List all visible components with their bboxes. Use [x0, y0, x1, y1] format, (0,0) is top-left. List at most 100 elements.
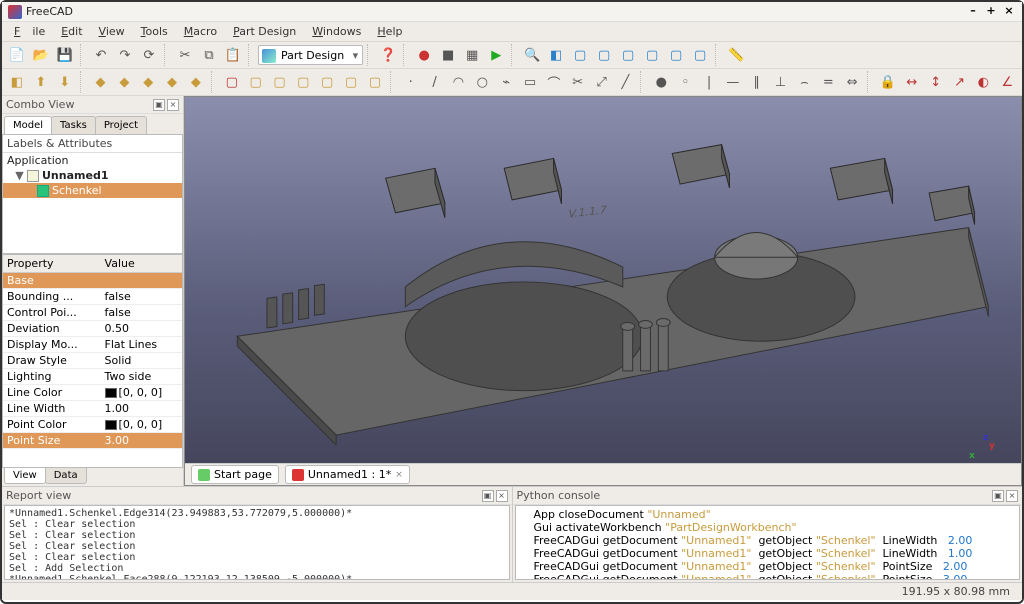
left-view-button[interactable]: ▢	[689, 44, 711, 66]
cut-button[interactable]: ✂	[174, 44, 196, 66]
menu-macro[interactable]: Macro	[178, 23, 223, 40]
menu-edit[interactable]: Edit	[55, 23, 88, 40]
sketch-button[interactable]: ▢	[221, 71, 243, 93]
chamfer-button[interactable]: ▢	[364, 71, 386, 93]
tab-model[interactable]: Model	[4, 116, 52, 134]
close-tab-icon[interactable]: ×	[395, 470, 403, 480]
front-view-button[interactable]: ▢	[569, 44, 591, 66]
prim-cyl-button[interactable]: ◆	[113, 71, 135, 93]
undo-button[interactable]: ↶	[90, 44, 112, 66]
sk-rect-button[interactable]: ▭	[519, 71, 541, 93]
panel-undock-button[interactable]: ▣	[153, 99, 165, 111]
prop-row-linewidth[interactable]: Line Width1.00	[3, 401, 182, 417]
macro-record-button[interactable]: ●	[413, 44, 435, 66]
doc-tab-startpage[interactable]: Start page	[191, 465, 279, 484]
panel-close-button[interactable]: ×	[167, 99, 179, 111]
con-vdist-button[interactable]: ↕	[925, 71, 947, 93]
con-point-on-button[interactable]: ◦	[674, 71, 696, 93]
maximize-button[interactable]: +	[984, 5, 998, 19]
prop-row-linecolor[interactable]: Line Color[0, 0, 0]	[3, 385, 182, 401]
prim-sphere-button[interactable]: ◆	[137, 71, 159, 93]
part-up-button[interactable]: ⬆	[30, 71, 52, 93]
model-tree[interactable]: Labels & Attributes Application ▼Unnamed…	[2, 134, 183, 254]
part-new-button[interactable]: ◧	[6, 71, 28, 93]
con-tangent-button[interactable]: ⌢	[794, 71, 816, 93]
panel-close-button[interactable]: ×	[496, 490, 508, 502]
close-button[interactable]: ×	[1002, 5, 1016, 19]
prop-row-controlpoints[interactable]: Control Poi...false	[3, 305, 182, 321]
prop-row-displaymode[interactable]: Display Mo...Flat Lines	[3, 337, 182, 353]
3d-viewport[interactable]: V.1.1.7 y x z Start page Unnamed1 : 1*×	[184, 96, 1022, 486]
whats-this-button[interactable]: ❓	[377, 44, 399, 66]
con-parallel-button[interactable]: ∥	[746, 71, 768, 93]
right-view-button[interactable]: ▢	[617, 44, 639, 66]
refresh-button[interactable]: ⟳	[138, 44, 160, 66]
con-radius-button[interactable]: ◐	[973, 71, 995, 93]
part-down-button[interactable]: ⬇	[54, 71, 76, 93]
sk-construct-button[interactable]: ╱	[615, 71, 637, 93]
menu-windows[interactable]: Windows	[306, 23, 367, 40]
prim-cone-button[interactable]: ◆	[161, 71, 183, 93]
tab-tasks[interactable]: Tasks	[51, 116, 96, 134]
con-sym-button[interactable]: ⇔	[841, 71, 863, 93]
prop-row-drawstyle[interactable]: Draw StyleSolid	[3, 353, 182, 369]
python-console-content[interactable]: App closeDocument "Unnamed" Gui activate…	[515, 505, 1021, 580]
con-coincident-button[interactable]: ●	[650, 71, 672, 93]
macro-list-button[interactable]: ▦	[461, 44, 483, 66]
tree-item-schenkel[interactable]: Schenkel	[3, 183, 182, 198]
tab-project[interactable]: Project	[95, 116, 147, 134]
con-vertical-button[interactable]: |	[698, 71, 720, 93]
prop-row-boundingbox[interactable]: Bounding ...false	[3, 289, 182, 305]
sk-polyline-button[interactable]: ⌁	[495, 71, 517, 93]
prop-row-deviation[interactable]: Deviation0.50	[3, 321, 182, 337]
con-perp-button[interactable]: ⊥	[770, 71, 792, 93]
bottom-view-button[interactable]: ▢	[665, 44, 687, 66]
copy-button[interactable]: ⧉	[198, 44, 220, 66]
panel-close-button[interactable]: ×	[1006, 490, 1018, 502]
sk-line-button[interactable]: /	[424, 71, 446, 93]
tree-item-application[interactable]: Application	[3, 153, 182, 168]
panel-undock-button[interactable]: ▣	[482, 490, 494, 502]
prim-torus-button[interactable]: ◆	[185, 71, 207, 93]
menu-tools[interactable]: Tools	[135, 23, 174, 40]
iso-view-button[interactable]: ◧	[545, 44, 567, 66]
con-equal-button[interactable]: =	[817, 71, 839, 93]
tab-view[interactable]: View	[4, 468, 46, 484]
sk-point-button[interactable]: ·	[400, 71, 422, 93]
sk-arc-button[interactable]: ◠	[448, 71, 470, 93]
macro-stop-button[interactable]: ■	[437, 44, 459, 66]
prim-box-button[interactable]: ◆	[90, 71, 112, 93]
pocket-button[interactable]: ▢	[269, 71, 291, 93]
menu-partdesign[interactable]: Part Design	[227, 23, 302, 40]
prop-row-lighting[interactable]: LightingTwo side	[3, 369, 182, 385]
menu-file[interactable]: File	[8, 23, 51, 40]
paste-button[interactable]: 📋	[222, 44, 244, 66]
con-angle-button[interactable]: ∠	[996, 71, 1018, 93]
con-length-button[interactable]: ↗	[949, 71, 971, 93]
con-horizontal-button[interactable]: —	[722, 71, 744, 93]
groove-button[interactable]: ▢	[316, 71, 338, 93]
sk-trim-button[interactable]: ✂	[567, 71, 589, 93]
tree-item-doc[interactable]: ▼Unnamed1	[3, 168, 182, 183]
sk-fillet-button[interactable]: ⌒	[543, 71, 565, 93]
panel-undock-button[interactable]: ▣	[992, 490, 1004, 502]
top-view-button[interactable]: ▢	[593, 44, 615, 66]
prop-row-pointsize[interactable]: Point Size3.00	[3, 433, 182, 449]
new-doc-button[interactable]: 📄	[6, 44, 28, 66]
menu-view[interactable]: View	[93, 23, 131, 40]
con-lock-button[interactable]: 🔒	[877, 71, 899, 93]
save-button[interactable]: 💾	[54, 44, 76, 66]
revolve-button[interactable]: ▢	[292, 71, 314, 93]
doc-tab-unnamed1[interactable]: Unnamed1 : 1*×	[285, 465, 410, 484]
tab-data[interactable]: Data	[45, 468, 87, 484]
sk-ext-button[interactable]: ⤢	[591, 71, 613, 93]
menu-help[interactable]: Help	[371, 23, 408, 40]
report-view-content[interactable]: *Unnamed1.Schenkel.Edge314(23.949883,53.…	[4, 505, 510, 580]
pad-button[interactable]: ▢	[245, 71, 267, 93]
minimize-button[interactable]: –	[966, 5, 980, 19]
sk-circle-button[interactable]: ○	[471, 71, 493, 93]
open-button[interactable]: 📂	[30, 44, 52, 66]
prop-row-pointcolor[interactable]: Point Color[0, 0, 0]	[3, 417, 182, 433]
fit-all-button[interactable]: 🔍	[521, 44, 543, 66]
redo-button[interactable]: ↷	[114, 44, 136, 66]
